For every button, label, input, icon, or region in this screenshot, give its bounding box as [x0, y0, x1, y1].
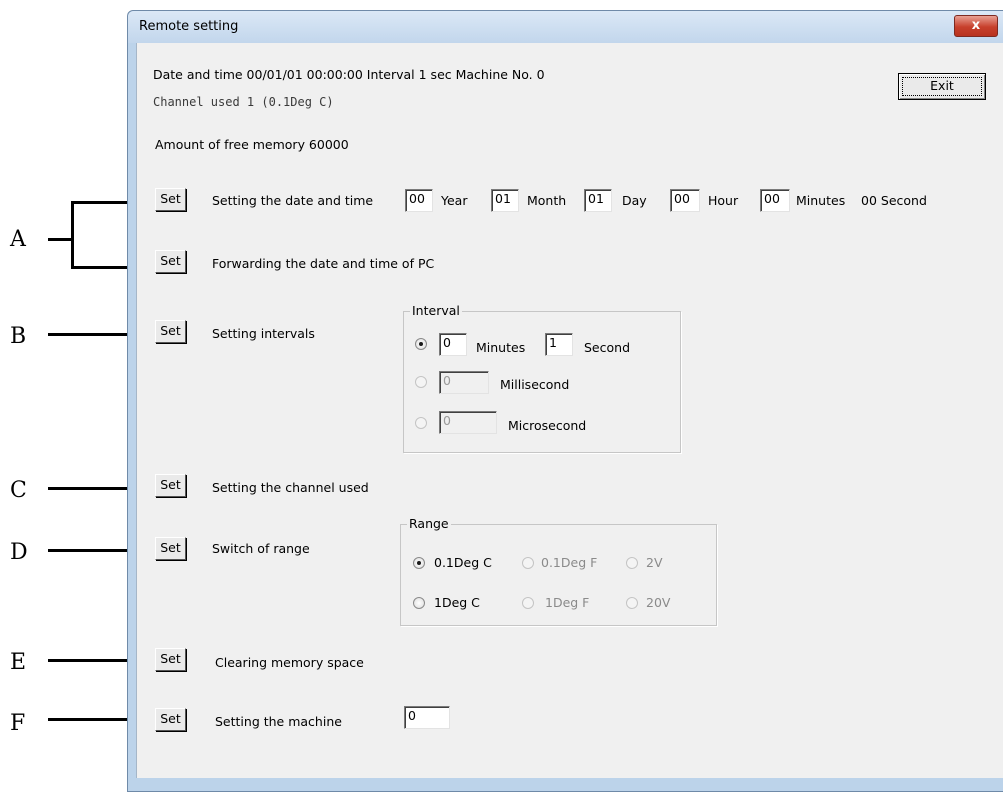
- interval-seconds-radio[interactable]: [415, 338, 427, 350]
- set-datetime-button[interactable]: Set: [155, 188, 186, 211]
- channel-used-status: Channel used 1 (0.1Deg C): [153, 95, 334, 109]
- range-2v-label: 2V: [646, 555, 663, 570]
- annotation-f: F: [10, 711, 26, 736]
- range-1degc-label: 1Deg C: [434, 595, 480, 610]
- exit-button[interactable]: Exit: [898, 73, 986, 100]
- datetime-label: Setting the date and time: [212, 193, 374, 208]
- interval-microsecond-radio[interactable]: [415, 417, 427, 429]
- status-line: Date and time 00/01/01 00:00:00 Interval…: [153, 67, 545, 82]
- annotation-a: A: [10, 227, 26, 252]
- machine-number-field[interactable]: 0: [404, 706, 450, 729]
- interval-millisecond-radio[interactable]: [415, 376, 427, 388]
- forward-pc-time-label: Forwarding the date and time of PC: [212, 256, 435, 271]
- hour-field[interactable]: 00: [670, 189, 700, 212]
- annotation-a-stem: [48, 238, 72, 241]
- year-label: Year: [441, 193, 468, 208]
- range-group-title: Range: [407, 516, 451, 531]
- range-1degf-label: 1Deg F: [545, 595, 590, 610]
- clear-memory-label: Clearing memory space: [215, 655, 364, 670]
- range-1degf-radio[interactable]: [522, 597, 534, 609]
- interval-millisecond-field[interactable]: 0: [439, 371, 489, 394]
- interval-minutes-field[interactable]: 0: [439, 333, 467, 356]
- range-0-1degf-label: 0.1Deg F: [541, 555, 598, 570]
- set-range-button[interactable]: Set: [155, 537, 186, 560]
- annotation-b: B: [10, 324, 27, 349]
- interval-seconds-label: Second: [584, 340, 631, 355]
- interval-millisecond-label: Millisecond: [500, 377, 570, 392]
- day-label: Day: [622, 193, 647, 208]
- set-interval-button[interactable]: Set: [155, 320, 186, 343]
- range-20v-radio[interactable]: [626, 597, 638, 609]
- machine-label: Setting the machine: [215, 714, 342, 729]
- range-0-1degc-radio[interactable]: [413, 557, 425, 569]
- year-field[interactable]: 00: [405, 189, 433, 212]
- set-forward-pc-time-button[interactable]: Set: [155, 250, 186, 273]
- interval-microsecond-field[interactable]: 0: [439, 411, 497, 434]
- close-button[interactable]: x: [954, 15, 998, 37]
- set-channel-button[interactable]: Set: [155, 474, 186, 497]
- day-field[interactable]: 01: [584, 189, 612, 212]
- range-1degc-radio[interactable]: [413, 597, 425, 609]
- set-clear-memory-button[interactable]: Set: [155, 648, 186, 671]
- range-2v-radio[interactable]: [626, 557, 638, 569]
- month-label: Month: [527, 193, 567, 208]
- annotation-c: C: [10, 478, 27, 503]
- interval-microsecond-label: Microsecond: [508, 418, 587, 433]
- annotation-e: E: [10, 650, 27, 675]
- interval-group-title: Interval: [410, 303, 462, 318]
- minute-field[interactable]: 00: [760, 189, 790, 212]
- range-label: Switch of range: [212, 541, 310, 556]
- seconds-readout: 00 Second: [861, 193, 927, 208]
- minutes-label: Minutes: [796, 193, 846, 208]
- channel-label: Setting the channel used: [212, 480, 369, 495]
- set-machine-button[interactable]: Set: [155, 708, 186, 731]
- interval-minutes-label: Minutes: [476, 340, 526, 355]
- free-memory-status: Amount of free memory 60000: [155, 137, 349, 152]
- hour-label: Hour: [708, 193, 739, 208]
- title-bar[interactable]: Remote setting x: [128, 11, 1003, 43]
- range-group: Range: [400, 516, 717, 626]
- interval-label: Setting intervals: [212, 326, 315, 341]
- range-0-1degf-radio[interactable]: [522, 557, 534, 569]
- range-0-1degc-label: 0.1Deg C: [434, 555, 492, 570]
- interval-seconds-field[interactable]: 1: [545, 333, 573, 356]
- month-field[interactable]: 01: [491, 189, 519, 212]
- annotation-a-bracket: [71, 201, 74, 269]
- range-20v-label: 20V: [646, 595, 671, 610]
- annotation-d: D: [10, 540, 28, 565]
- close-icon: x: [971, 18, 981, 33]
- window-title: Remote setting: [139, 19, 239, 34]
